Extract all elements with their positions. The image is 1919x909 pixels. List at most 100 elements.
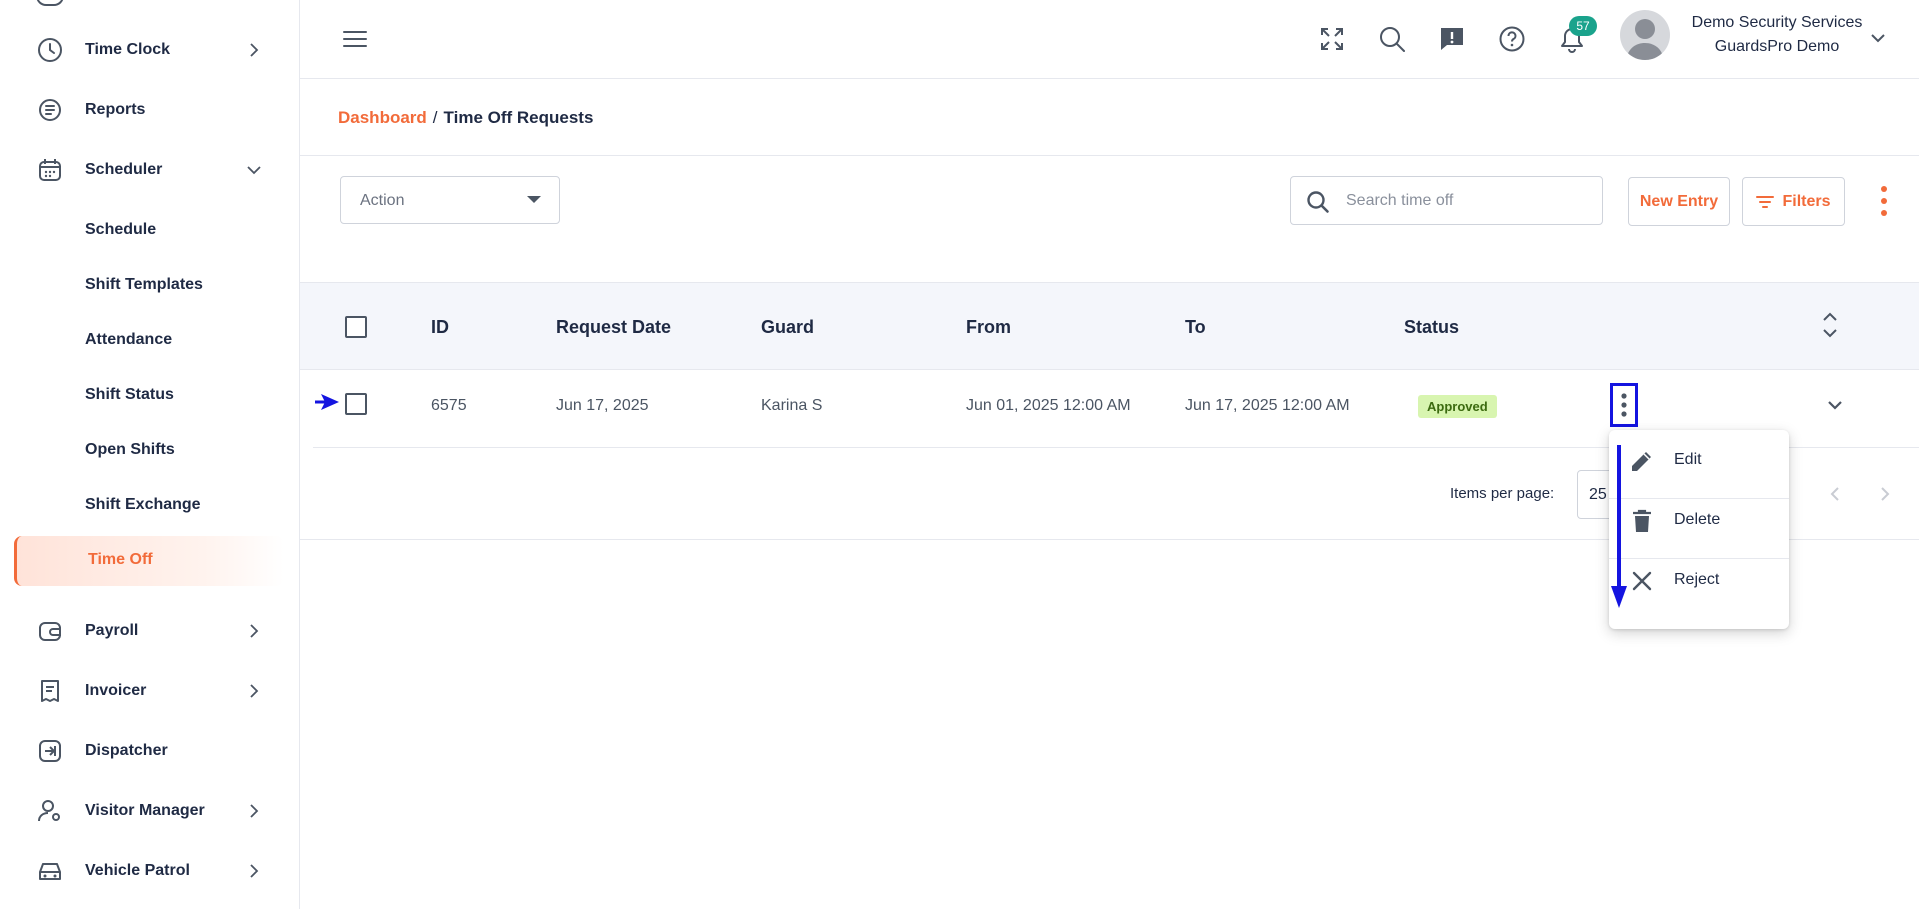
cell-guard: Karina S: [761, 397, 823, 414]
sidebar-item-vehicle-patrol[interactable]: Vehicle Patrol: [0, 847, 300, 895]
sidebar-subitem-shift-status[interactable]: Shift Status: [85, 386, 174, 404]
more-options-icon[interactable]: [1877, 184, 1891, 218]
search-placeholder: Search time off: [1346, 192, 1454, 209]
calendar-icon: [36, 156, 64, 184]
sidebar-item-label: Scheduler: [85, 161, 163, 178]
chevron-down-icon[interactable]: [1825, 395, 1845, 415]
sidebar-item-invoicer[interactable]: Invoicer: [0, 667, 300, 715]
column-header-to[interactable]: To: [1185, 317, 1206, 338]
clock-icon: [36, 36, 64, 64]
menu-item-label: Reject: [1674, 571, 1720, 588]
close-icon: [1629, 568, 1655, 594]
column-header-status[interactable]: Status: [1404, 317, 1459, 338]
sidebar-item-label: Reports: [85, 101, 146, 118]
sidebar-subitem-time-off[interactable]: Time Off: [14, 536, 284, 586]
partial-menu-icon: [36, 0, 64, 6]
visitor-icon: [36, 797, 64, 825]
search-icon: [1305, 189, 1331, 215]
menu-item-reject[interactable]: Reject: [1609, 550, 1789, 610]
sidebar-item-label: Invoicer: [85, 682, 147, 699]
notification-count-badge: 57: [1569, 16, 1597, 36]
column-header-guard[interactable]: Guard: [761, 317, 814, 338]
next-page-icon[interactable]: [1875, 484, 1895, 504]
row-actions-button[interactable]: [1610, 383, 1638, 427]
breadcrumb-separator: /: [432, 108, 438, 127]
page-title: Time Off Requests: [443, 108, 594, 127]
report-icon: [36, 96, 64, 124]
chevron-right-icon: [244, 681, 264, 701]
sidebar-item-label: Visitor Manager: [85, 802, 205, 819]
cell-to: Jun 17, 2025 12:00 AM: [1185, 397, 1350, 414]
items-per-page-value: 25: [1589, 486, 1607, 503]
avatar[interactable]: [1620, 10, 1670, 60]
trash-icon: [1629, 508, 1655, 534]
sidebar-item-label: Time Clock: [85, 41, 171, 58]
breadcrumb: Dashboard / Time Off Requests: [338, 108, 593, 128]
cell-id: 6575: [431, 397, 467, 414]
cell-from: Jun 01, 2025 12:00 AM: [966, 397, 1131, 414]
row-checkbox[interactable]: [345, 393, 367, 415]
menu-item-label: Delete: [1674, 511, 1721, 528]
items-per-page-label: Items per page:: [1450, 485, 1555, 502]
help-icon[interactable]: [1497, 24, 1527, 54]
receipt-icon: [36, 677, 64, 705]
select-all-checkbox[interactable]: [345, 316, 367, 338]
hamburger-menu-icon[interactable]: [342, 27, 368, 51]
new-entry-label: New Entry: [1639, 192, 1719, 210]
sidebar-item-label: Dispatcher: [85, 742, 168, 759]
row-actions-menu: Edit Delete Reject: [1609, 430, 1789, 629]
search-icon[interactable]: [1377, 24, 1407, 54]
sidebar-subitem-attendance[interactable]: Attendance: [85, 331, 172, 349]
chevron-right-icon: [244, 621, 264, 641]
user-name: GuardsPro Demo: [1714, 38, 1840, 55]
table-header: ID Request Date Guard From To Status: [300, 282, 1919, 370]
annotation-arrow-head: [1611, 586, 1627, 608]
search-input[interactable]: Search time off: [1290, 176, 1603, 225]
pencil-icon: [1629, 448, 1655, 474]
sidebar-item-time-clock[interactable]: Time Clock: [0, 26, 300, 74]
sidebar-item-payroll[interactable]: Payroll: [0, 607, 300, 655]
column-header-from[interactable]: From: [966, 317, 1011, 338]
cell-request-date: Jun 17, 2025: [556, 397, 649, 414]
action-dropdown-value: Action: [360, 192, 405, 209]
menu-item-delete[interactable]: Delete: [1609, 490, 1789, 550]
car-icon: [36, 857, 64, 885]
filter-icon: [1756, 195, 1775, 209]
sidebar-subitem-shift-exchange[interactable]: Shift Exchange: [85, 496, 201, 514]
prev-page-icon[interactable]: [1825, 484, 1845, 504]
sidebar-item-visitor-manager[interactable]: Visitor Manager: [0, 787, 300, 835]
expand-collapse-all-icon[interactable]: [1820, 309, 1840, 341]
new-entry-button[interactable]: New Entry: [1628, 177, 1730, 226]
sidebar-subitem-shift-templates[interactable]: Shift Templates: [85, 276, 203, 294]
menu-item-edit[interactable]: Edit: [1609, 430, 1789, 490]
action-dropdown[interactable]: Action: [340, 176, 560, 224]
dispatch-icon: [36, 737, 64, 765]
sidebar-subitem-label: Time Off: [88, 551, 153, 568]
sidebar-item-dispatcher[interactable]: Dispatcher: [0, 727, 300, 775]
sidebar-subitem-open-shifts[interactable]: Open Shifts: [85, 441, 175, 459]
chevron-down-icon: [244, 160, 264, 180]
column-header-id[interactable]: ID: [431, 317, 449, 338]
column-header-request-date[interactable]: Request Date: [556, 317, 671, 338]
filters-label: Filters: [1782, 192, 1831, 210]
breadcrumb-link-dashboard[interactable]: Dashboard: [338, 108, 427, 127]
chevron-right-icon: [244, 801, 264, 821]
annotation-arrow-line: [1617, 445, 1621, 593]
wallet-icon: [36, 617, 64, 645]
sidebar: Time Clock Reports Scheduler Schedule Sh…: [0, 0, 300, 909]
menu-item-label: Edit: [1674, 451, 1702, 468]
breadcrumb-bar: Dashboard / Time Off Requests: [300, 80, 1919, 156]
feedback-icon[interactable]: [1437, 24, 1467, 54]
sidebar-item-reports[interactable]: Reports: [0, 86, 300, 134]
chevron-right-icon: [244, 861, 264, 881]
sidebar-item-label: Vehicle Patrol: [85, 862, 190, 879]
sidebar-item-scheduler[interactable]: Scheduler: [0, 146, 300, 194]
status-badge: Approved: [1418, 395, 1497, 418]
fullscreen-icon[interactable]: [1317, 24, 1347, 54]
org-name: Demo Security Services: [1691, 14, 1863, 31]
chevron-right-icon: [244, 40, 264, 60]
sidebar-subitem-schedule[interactable]: Schedule: [85, 221, 156, 239]
caret-down-icon: [527, 196, 541, 203]
filters-button[interactable]: Filters: [1742, 177, 1845, 226]
chevron-down-icon[interactable]: [1868, 28, 1888, 48]
